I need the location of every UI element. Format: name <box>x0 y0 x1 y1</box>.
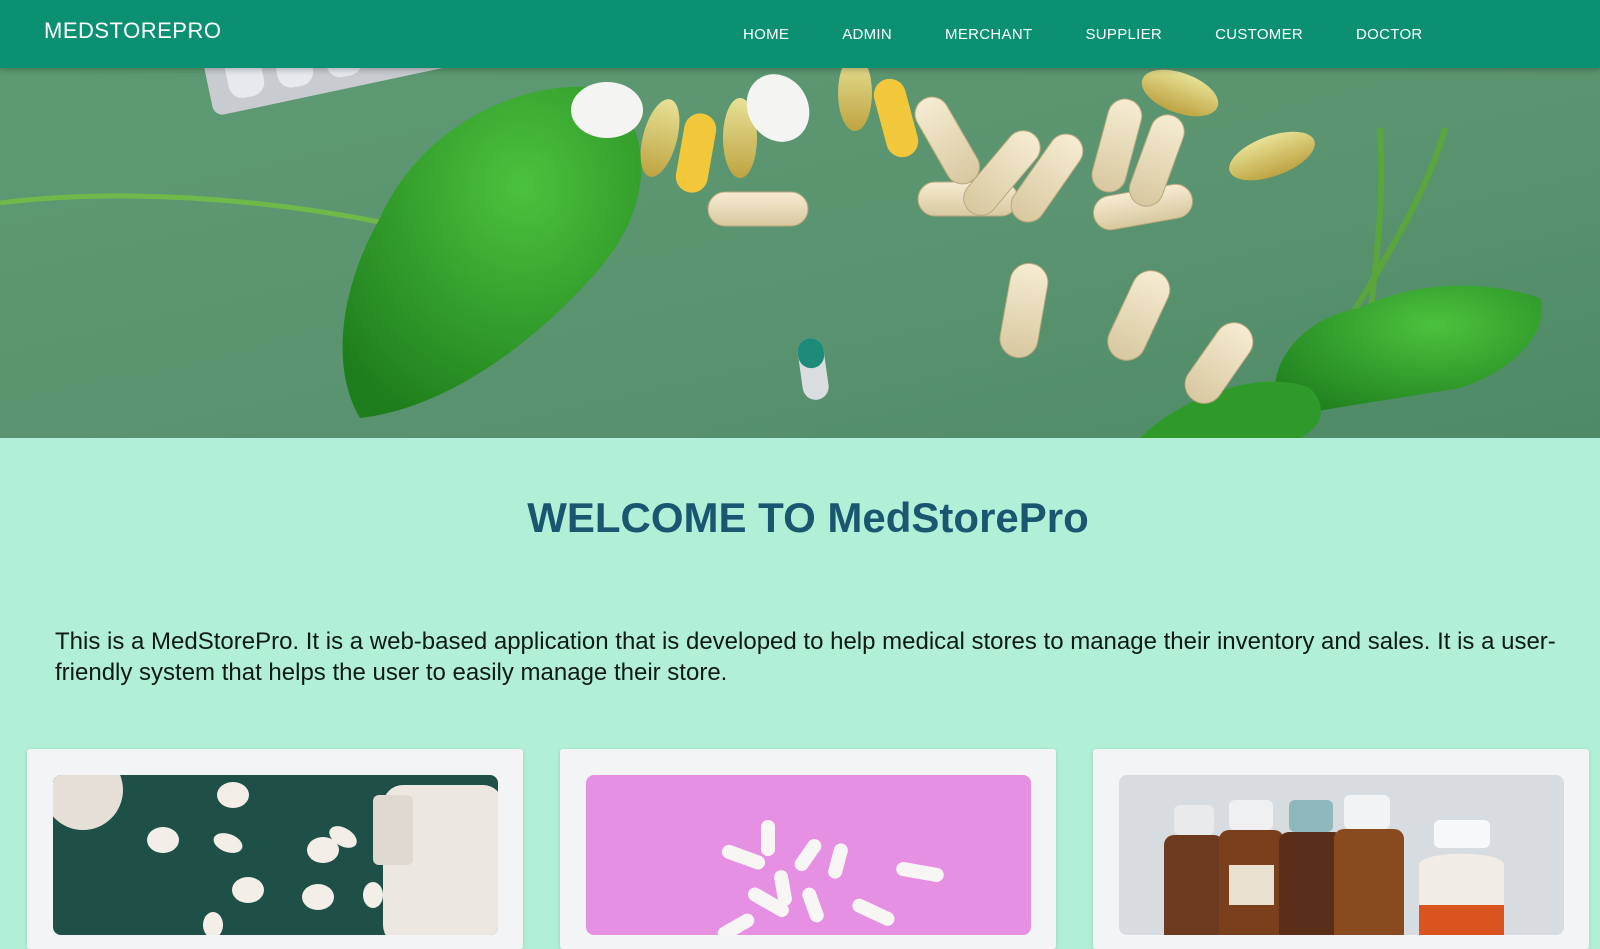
feature-card[interactable] <box>27 749 523 949</box>
navbar: MEDSTOREPRO HOME ADMIN MERCHANT SUPPLIER… <box>0 0 1600 68</box>
nav-link-admin[interactable]: ADMIN <box>842 26 892 43</box>
hero-image <box>0 68 1600 438</box>
nav-link-merchant[interactable]: MERCHANT <box>945 26 1032 43</box>
welcome-heading: WELCOME TO MedStorePro <box>527 494 1089 541</box>
nav-link-customer[interactable]: CUSTOMER <box>1215 26 1303 43</box>
nav-link-home[interactable]: HOME <box>743 26 789 43</box>
card-image-pills-bottle <box>53 775 498 935</box>
nav-link-supplier[interactable]: SUPPLIER <box>1085 26 1162 43</box>
card-image-capsules-pink <box>586 775 1031 935</box>
brand-logo[interactable]: MEDSTOREPRO <box>44 18 221 44</box>
feature-card[interactable] <box>560 749 1056 949</box>
card-image-medicine-bottles <box>1119 775 1564 935</box>
nav-links: HOME ADMIN MERCHANT SUPPLIER CUSTOMER DO… <box>743 0 1423 68</box>
feature-card[interactable] <box>1093 749 1589 949</box>
nav-link-doctor[interactable]: DOCTOR <box>1356 26 1423 43</box>
intro-paragraph: This is a MedStorePro. It is a web-based… <box>55 628 1556 686</box>
